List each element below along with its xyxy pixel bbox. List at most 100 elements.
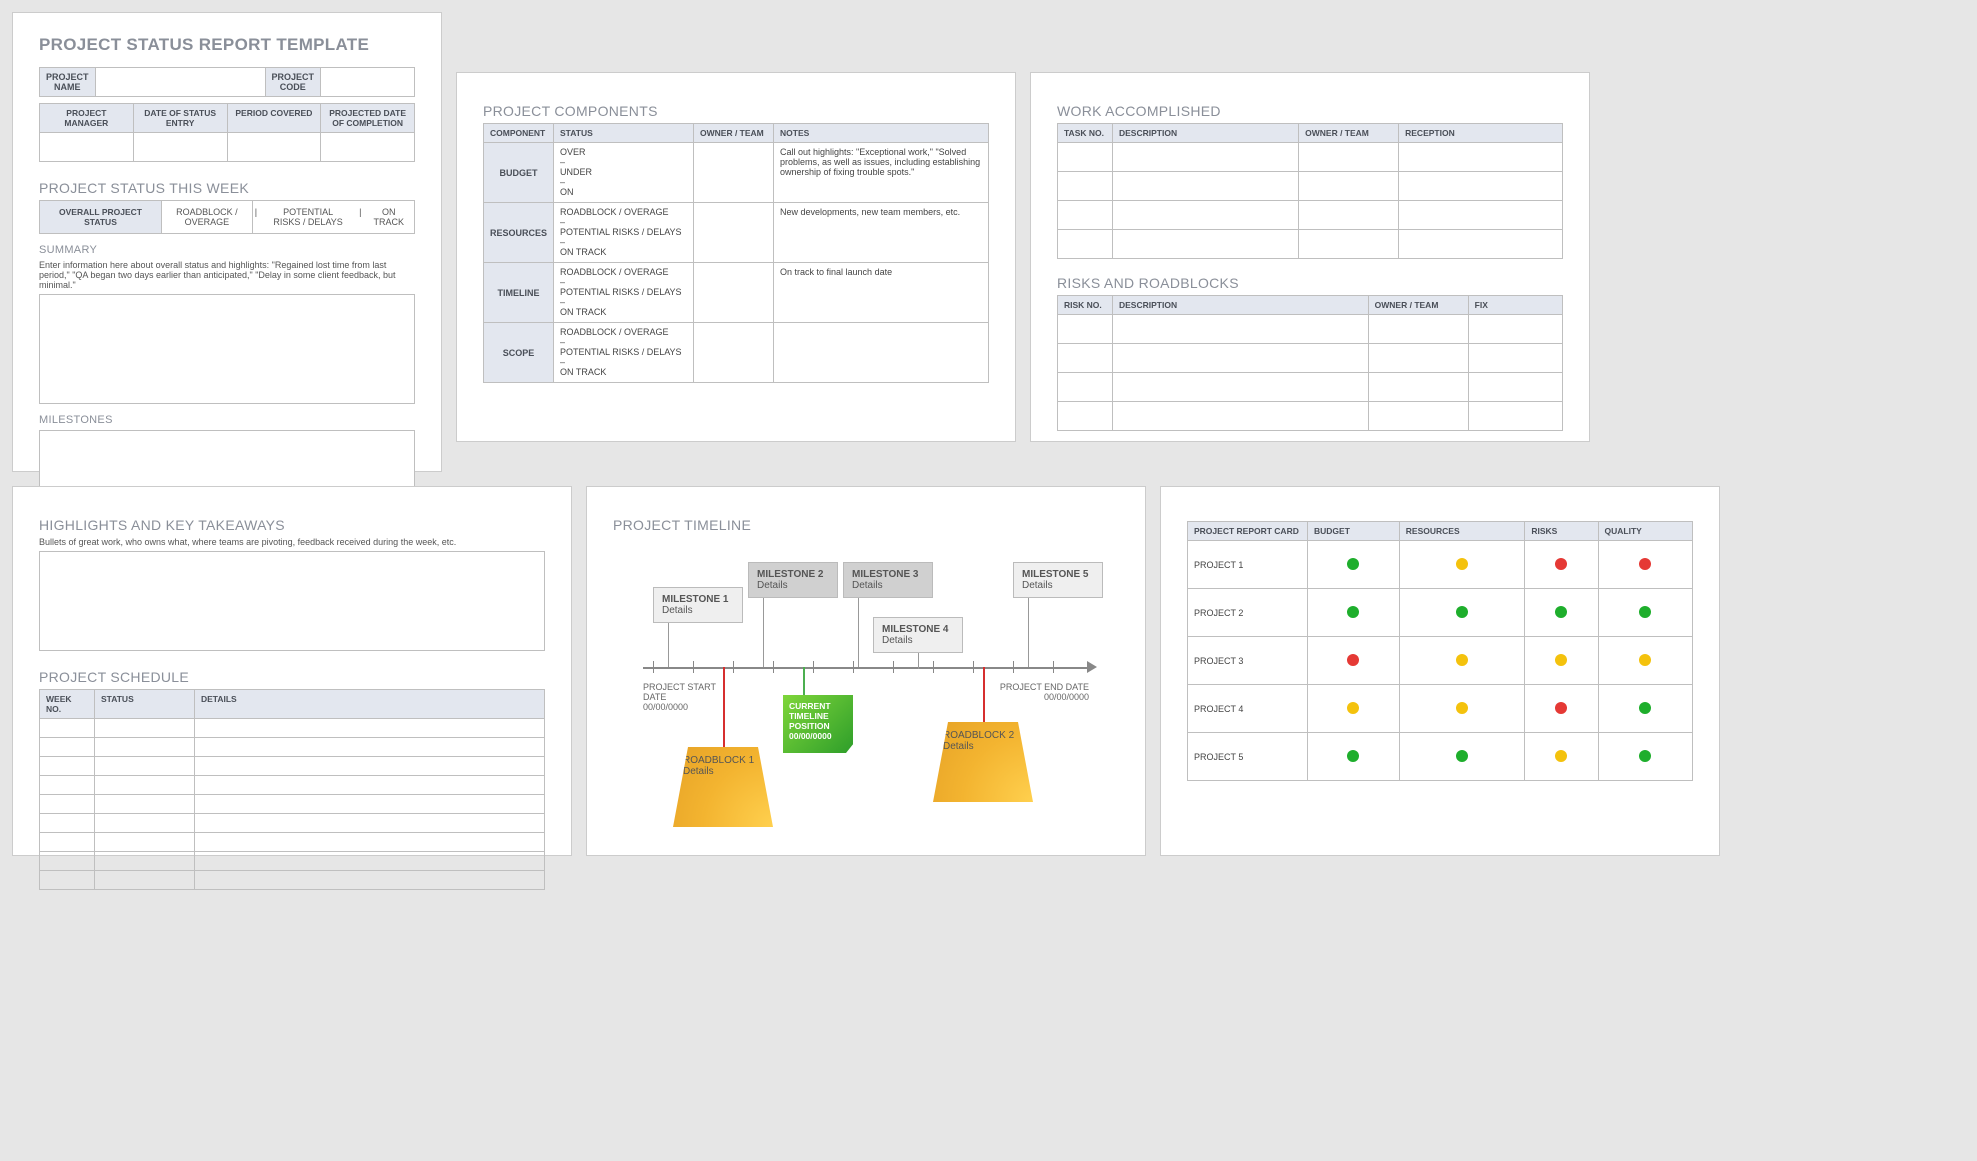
col-component: COMPONENT bbox=[484, 124, 554, 143]
col-riskowner: OWNER / TEAM bbox=[1368, 296, 1468, 315]
ms-box-2: MILESTONE 2Details bbox=[748, 562, 838, 598]
col-fix: FIX bbox=[1468, 296, 1562, 315]
col-riskno: RISK NO. bbox=[1058, 296, 1113, 315]
status-dot bbox=[1598, 637, 1692, 685]
rb-1: ROADBLOCK 1 bbox=[683, 755, 754, 766]
col-schedstatus: STATUS bbox=[95, 690, 195, 719]
col-reception: RECEPTION bbox=[1399, 124, 1563, 143]
title-work: WORK ACCOMPLISHED bbox=[1057, 103, 1563, 119]
rc-col-quality: QUALITY bbox=[1598, 522, 1692, 541]
ms-box-5: MILESTONE 5Details bbox=[1013, 562, 1103, 598]
ms-box-1: MILESTONE 1Details bbox=[653, 587, 743, 623]
ms-4: MILESTONE 4 bbox=[882, 624, 949, 635]
comp-status: ROADBLOCK / OVERAGE – POTENTIAL RISKS / … bbox=[554, 263, 694, 323]
rb-box-2: ROADBLOCK 2Details bbox=[933, 722, 1033, 802]
lbl-proj-code: PROJECT CODE bbox=[265, 68, 321, 97]
status-dot bbox=[1308, 733, 1400, 781]
comp-name: BUDGET bbox=[484, 143, 554, 203]
panel-timeline: PROJECT TIMELINE MILESTONE 1Details MILE… bbox=[586, 486, 1146, 856]
col-riskdesc: DESCRIPTION bbox=[1113, 296, 1369, 315]
rc-row-name: PROJECT 5 bbox=[1188, 733, 1308, 781]
col-date-entry: DATE OF STATUS ENTRY bbox=[133, 104, 227, 133]
panel-components: PROJECT COMPONENTS COMPONENT STATUS OWNE… bbox=[456, 72, 1016, 442]
timeline-arrow-icon bbox=[1087, 661, 1097, 673]
comp-notes bbox=[774, 323, 989, 383]
title-highlights: HIGHLIGHTS AND KEY TAKEAWAYS bbox=[39, 517, 545, 533]
tbl-work: TASK NO. DESCRIPTION OWNER / TEAM RECEPT… bbox=[1057, 123, 1563, 259]
rc-col-budget: BUDGET bbox=[1308, 522, 1400, 541]
panel-highlights: HIGHLIGHTS AND KEY TAKEAWAYS Bullets of … bbox=[12, 486, 572, 856]
status-dot bbox=[1525, 733, 1598, 781]
comp-name: RESOURCES bbox=[484, 203, 554, 263]
comp-notes: On track to final launch date bbox=[774, 263, 989, 323]
seg-opt-roadblock[interactable]: ROADBLOCK / OVERAGE bbox=[162, 201, 253, 233]
col-completion: PROJECTED DATE OF COMPLETION bbox=[321, 104, 415, 133]
rc-col-risks: RISKS bbox=[1525, 522, 1598, 541]
tbl-risks: RISK NO. DESCRIPTION OWNER / TEAM FIX bbox=[1057, 295, 1563, 431]
panel-status-report: PROJECT STATUS REPORT TEMPLATE PROJECT N… bbox=[12, 12, 442, 472]
seg-label: OVERALL PROJECT STATUS bbox=[40, 201, 162, 233]
rc-row-name: PROJECT 3 bbox=[1188, 637, 1308, 685]
ms-box-4: MILESTONE 4Details bbox=[873, 617, 963, 653]
comp-status: OVER – UNDER – ON bbox=[554, 143, 694, 203]
ms-4-d: Details bbox=[882, 635, 913, 646]
status-dot bbox=[1308, 637, 1400, 685]
status-dot bbox=[1308, 541, 1400, 589]
ms-2-d: Details bbox=[757, 580, 788, 591]
summary-box[interactable] bbox=[39, 294, 415, 404]
rc-row-name: PROJECT 1 bbox=[1188, 541, 1308, 589]
comp-owner[interactable] bbox=[694, 203, 774, 263]
seg-opt-risk[interactable]: POTENTIAL RISKS / DELAYS bbox=[259, 201, 357, 233]
rb-box-1: ROADBLOCK 1Details bbox=[673, 747, 773, 827]
status-dot bbox=[1525, 637, 1598, 685]
cur-lbl: CURRENT TIMELINE POSITION bbox=[789, 701, 831, 731]
tbl-meta: PROJECT MANAGER DATE OF STATUS ENTRY PER… bbox=[39, 103, 415, 162]
ms-1: MILESTONE 1 bbox=[662, 594, 729, 605]
title-risks: RISKS AND ROADBLOCKS bbox=[1057, 275, 1563, 291]
status-dot bbox=[1399, 637, 1525, 685]
highlights-box[interactable] bbox=[39, 551, 545, 651]
comp-owner[interactable] bbox=[694, 263, 774, 323]
status-dot bbox=[1308, 589, 1400, 637]
highlights-hint: Bullets of great work, who owns what, wh… bbox=[39, 537, 545, 547]
status-dot bbox=[1525, 589, 1598, 637]
seg-opt-track[interactable]: ON TRACK bbox=[364, 201, 415, 233]
rc-row-name: PROJECT 4 bbox=[1188, 685, 1308, 733]
status-dot bbox=[1399, 733, 1525, 781]
ms-1-d: Details bbox=[662, 605, 693, 616]
rc-title: PROJECT REPORT CARD bbox=[1188, 522, 1308, 541]
comp-owner[interactable] bbox=[694, 323, 774, 383]
rc-row-name: PROJECT 2 bbox=[1188, 589, 1308, 637]
title-components: PROJECT COMPONENTS bbox=[483, 103, 989, 119]
col-period: PERIOD COVERED bbox=[227, 104, 321, 133]
status-dot bbox=[1598, 733, 1692, 781]
sect-summary: SUMMARY bbox=[39, 244, 415, 256]
col-scheddetails: DETAILS bbox=[195, 690, 545, 719]
val-proj-code[interactable] bbox=[321, 68, 415, 97]
ms-5-d: Details bbox=[1022, 580, 1053, 591]
comp-notes: Call out highlights: "Exceptional work,"… bbox=[774, 143, 989, 203]
tbl-schedule: WEEK NO. STATUS DETAILS bbox=[39, 689, 545, 890]
status-dot bbox=[1598, 589, 1692, 637]
rb-2: ROADBLOCK 2 bbox=[943, 730, 1014, 741]
tbl-proj-id: PROJECT NAME PROJECT CODE bbox=[39, 67, 415, 97]
current-pos: CURRENT TIMELINE POSITION00/00/0000 bbox=[783, 695, 853, 753]
rb-1-d: Details bbox=[683, 766, 714, 777]
status-dot bbox=[1399, 541, 1525, 589]
status-dot bbox=[1598, 541, 1692, 589]
timeline-axis bbox=[643, 667, 1089, 669]
val-proj-name[interactable] bbox=[95, 68, 265, 97]
comp-owner[interactable] bbox=[694, 143, 774, 203]
status-dot bbox=[1308, 685, 1400, 733]
rb-2-d: Details bbox=[943, 741, 974, 752]
col-owner2: OWNER / TEAM bbox=[1299, 124, 1399, 143]
comp-name: TIMELINE bbox=[484, 263, 554, 323]
col-desc: DESCRIPTION bbox=[1113, 124, 1299, 143]
ms-2: MILESTONE 2 bbox=[757, 569, 824, 580]
title-timeline: PROJECT TIMELINE bbox=[613, 517, 1119, 533]
sect-week: PROJECT STATUS THIS WEEK bbox=[39, 180, 415, 196]
tbl-components: COMPONENT STATUS OWNER / TEAM NOTES BUDG… bbox=[483, 123, 989, 383]
lbl-proj-name: PROJECT NAME bbox=[40, 68, 96, 97]
col-taskno: TASK NO. bbox=[1058, 124, 1113, 143]
ms-3-d: Details bbox=[852, 580, 883, 591]
